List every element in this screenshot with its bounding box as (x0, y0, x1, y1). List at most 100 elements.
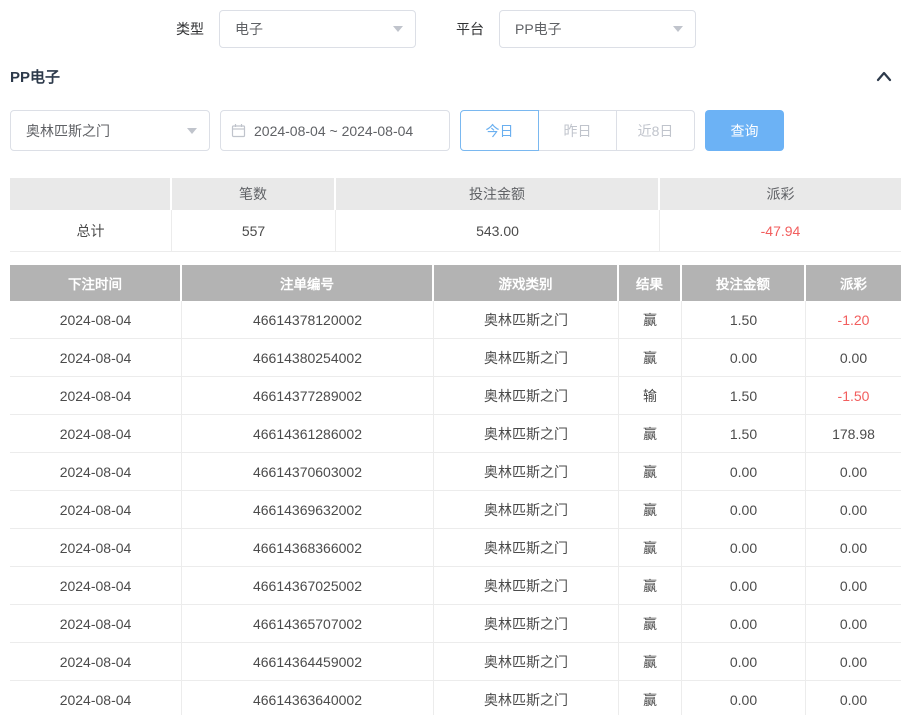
last-8-days-button[interactable]: 近8日 (616, 110, 695, 151)
bets-header-bet-amount: 投注金额 (682, 265, 806, 301)
game-type-cell: 奥林匹斯之门 (434, 301, 619, 339)
result-cell: 赢 (619, 491, 682, 529)
bet-time-cell: 2024-08-04 (10, 339, 182, 377)
result-cell: 赢 (619, 643, 682, 681)
bets-table-header: 下注时间 注单编号 游戏类别 结果 投注金额 派彩 (10, 265, 901, 301)
payout-cell: 0.00 (806, 339, 901, 377)
result-cell: 赢 (619, 529, 682, 567)
today-button[interactable]: 今日 (460, 110, 539, 151)
bet-amount-cell: 0.00 (682, 567, 806, 605)
game-type-cell: 奥林匹斯之门 (434, 529, 619, 567)
bet-time-cell: 2024-08-04 (10, 605, 182, 643)
bet-id-cell: 46614361286002 (182, 415, 434, 453)
summary-header-bet-amount: 投注金额 (336, 178, 660, 210)
game-type-cell: 奥林匹斯之门 (434, 643, 619, 681)
game-select[interactable]: 奥林匹斯之门 (10, 110, 210, 151)
chevron-up-icon (875, 69, 893, 83)
bet-time-cell: 2024-08-04 (10, 453, 182, 491)
payout-cell: 0.00 (806, 453, 901, 491)
bet-id-cell: 46614370603002 (182, 453, 434, 491)
payout-cell: 0.00 (806, 605, 901, 643)
summary-count-value: 557 (172, 210, 336, 252)
bet-time-cell: 2024-08-04 (10, 301, 182, 339)
table-row: 2024-08-04 46614370603002 奥林匹斯之门 赢 0.00 … (10, 453, 901, 491)
summary-total-label: 总计 (10, 210, 172, 252)
result-cell: 赢 (619, 453, 682, 491)
section-header: PP电子 (10, 63, 893, 89)
result-cell: 赢 (619, 301, 682, 339)
type-select[interactable]: 电子 (219, 10, 416, 48)
date-range-value: 2024-08-04 ~ 2024-08-04 (254, 123, 413, 139)
query-toolbar: 奥林匹斯之门 2024-08-04 ~ 2024-08-04 今日 昨日 近8日… (10, 110, 784, 151)
bet-time-cell: 2024-08-04 (10, 415, 182, 453)
platform-label: 平台 (456, 19, 484, 39)
bet-time-cell: 2024-08-04 (10, 681, 182, 715)
platform-select[interactable]: PP电子 (499, 10, 696, 48)
game-type-cell: 奥林匹斯之门 (434, 491, 619, 529)
bets-header-payout: 派彩 (806, 265, 901, 301)
bet-time-cell: 2024-08-04 (10, 529, 182, 567)
bet-id-cell: 46614367025002 (182, 567, 434, 605)
section-title: PP电子 (10, 66, 60, 87)
summary-header-payout: 派彩 (660, 178, 901, 210)
payout-cell: -1.20 (806, 301, 901, 339)
bet-id-cell: 46614369632002 (182, 491, 434, 529)
table-row: 2024-08-04 46614367025002 奥林匹斯之门 赢 0.00 … (10, 567, 901, 605)
result-cell: 赢 (619, 605, 682, 643)
game-type-cell: 奥林匹斯之门 (434, 453, 619, 491)
table-row: 2024-08-04 46614365707002 奥林匹斯之门 赢 0.00 … (10, 605, 901, 643)
bet-id-cell: 46614377289002 (182, 377, 434, 415)
bet-amount-cell: 0.00 (682, 453, 806, 491)
date-range-picker[interactable]: 2024-08-04 ~ 2024-08-04 (220, 110, 450, 151)
bet-id-cell: 46614378120002 (182, 301, 434, 339)
bet-amount-cell: 1.50 (682, 415, 806, 453)
bets-header-bet-id: 注单编号 (182, 265, 434, 301)
type-select-value: 电子 (235, 19, 263, 39)
summary-table-header: 笔数 投注金额 派彩 (10, 178, 901, 210)
bet-time-cell: 2024-08-04 (10, 643, 182, 681)
result-cell: 赢 (619, 567, 682, 605)
table-row: 2024-08-04 46614380254002 奥林匹斯之门 赢 0.00 … (10, 339, 901, 377)
game-type-cell: 奥林匹斯之门 (434, 339, 619, 377)
summary-header-count: 笔数 (172, 178, 336, 210)
collapse-section-button[interactable] (875, 69, 893, 83)
bet-amount-cell: 0.00 (682, 605, 806, 643)
bet-amount-cell: 1.50 (682, 377, 806, 415)
payout-cell: 0.00 (806, 567, 901, 605)
game-type-cell: 奥林匹斯之门 (434, 605, 619, 643)
payout-cell: -1.50 (806, 377, 901, 415)
result-cell: 赢 (619, 339, 682, 377)
bet-time-cell: 2024-08-04 (10, 377, 182, 415)
game-select-value: 奥林匹斯之门 (26, 121, 110, 141)
search-button[interactable]: 查询 (705, 110, 784, 151)
table-row: 2024-08-04 46614368366002 奥林匹斯之门 赢 0.00 … (10, 529, 901, 567)
bet-id-cell: 46614365707002 (182, 605, 434, 643)
game-type-cell: 奥林匹斯之门 (434, 681, 619, 715)
type-label: 类型 (176, 19, 204, 39)
summary-table-row: 总计 557 543.00 -47.94 (10, 210, 901, 252)
bets-header-result: 结果 (619, 265, 682, 301)
table-row: 2024-08-04 46614361286002 奥林匹斯之门 赢 1.50 … (10, 415, 901, 453)
bet-amount-cell: 0.00 (682, 491, 806, 529)
table-row: 2024-08-04 46614364459002 奥林匹斯之门 赢 0.00 … (10, 643, 901, 681)
yesterday-button[interactable]: 昨日 (538, 110, 617, 151)
payout-cell: 0.00 (806, 529, 901, 567)
summary-table: 笔数 投注金额 派彩 总计 557 543.00 -47.94 (10, 178, 901, 252)
payout-cell: 0.00 (806, 491, 901, 529)
game-type-cell: 奥林匹斯之门 (434, 377, 619, 415)
platform-select-value: PP电子 (515, 19, 562, 39)
summary-payout-value: -47.94 (660, 210, 901, 252)
payout-cell: 0.00 (806, 643, 901, 681)
table-row: 2024-08-04 46614363640002 奥林匹斯之门 赢 0.00 … (10, 681, 901, 715)
chevron-down-icon (187, 128, 197, 134)
game-type-cell: 奥林匹斯之门 (434, 415, 619, 453)
bets-header-bet-time: 下注时间 (10, 265, 182, 301)
bet-amount-cell: 0.00 (682, 643, 806, 681)
table-row: 2024-08-04 46614377289002 奥林匹斯之门 输 1.50 … (10, 377, 901, 415)
bet-id-cell: 46614364459002 (182, 643, 434, 681)
result-cell: 赢 (619, 681, 682, 715)
game-type-cell: 奥林匹斯之门 (434, 567, 619, 605)
table-row: 2024-08-04 46614378120002 奥林匹斯之门 赢 1.50 … (10, 301, 901, 339)
bet-amount-cell: 0.00 (682, 681, 806, 715)
bet-id-cell: 46614380254002 (182, 339, 434, 377)
